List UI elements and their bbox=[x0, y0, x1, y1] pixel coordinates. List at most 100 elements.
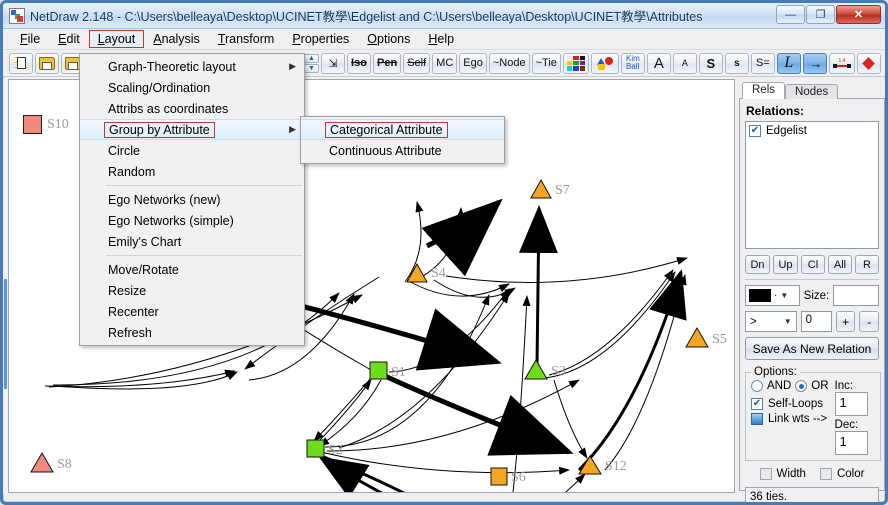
inc-input[interactable]: 1 bbox=[834, 392, 868, 416]
size-equal-button[interactable]: S= bbox=[750, 52, 775, 74]
size-small-button[interactable]: s bbox=[724, 52, 749, 74]
menu-item-random[interactable]: Random bbox=[80, 161, 304, 182]
menu-item-circle[interactable]: Circle bbox=[80, 140, 304, 161]
self-loops-checkbox[interactable]: ✔ bbox=[751, 398, 763, 410]
ego-button[interactable]: Ego bbox=[459, 52, 487, 74]
curve-label: L bbox=[784, 54, 794, 71]
layout-apply-button[interactable]: ⇲ bbox=[321, 52, 345, 74]
operator-dropdown[interactable]: > ▼ bbox=[745, 311, 797, 332]
node-label-S4: S4 bbox=[431, 266, 446, 281]
all-button[interactable]: All bbox=[828, 255, 852, 274]
menu-item-ego-networks-new[interactable]: Ego Networks (new) bbox=[80, 189, 304, 210]
menu-file[interactable]: File bbox=[11, 30, 49, 48]
dec-input[interactable]: 1 bbox=[834, 431, 868, 455]
font-small-button[interactable]: A bbox=[672, 52, 697, 74]
tab-rels[interactable]: Rels bbox=[742, 82, 786, 99]
palette-button[interactable] bbox=[562, 52, 589, 74]
close-button[interactable]: ✕ bbox=[836, 5, 881, 24]
menu-item-ego-networks-simple[interactable]: Ego Networks (simple) bbox=[80, 210, 304, 231]
link-wts-button[interactable]: 1.4 bbox=[828, 52, 855, 74]
menu-analysis[interactable]: Analysis bbox=[144, 30, 209, 48]
layout-dropdown-menu[interactable]: Graph-Theoretic layout ▶ Scaling/Ordinat… bbox=[79, 53, 305, 346]
list-button-row: Dn Up Cl All R bbox=[745, 255, 879, 274]
node-S6[interactable] bbox=[490, 467, 508, 486]
tie-button[interactable]: ~Tie bbox=[531, 52, 561, 74]
node-S3[interactable] bbox=[524, 359, 548, 380]
kim-ball-button[interactable]: Kim Ball bbox=[620, 52, 645, 74]
up-button[interactable]: Up bbox=[773, 255, 798, 274]
iso-button[interactable]: Iso bbox=[347, 52, 371, 74]
menu-item-emilys-chart[interactable]: Emily's Chart bbox=[80, 231, 304, 252]
new-file-button[interactable] bbox=[9, 52, 33, 74]
menu-help[interactable]: Help bbox=[419, 30, 463, 48]
menu-item-attribs-as-coordinates[interactable]: Attribs as coordinates bbox=[80, 98, 304, 119]
mc-button[interactable]: MC bbox=[432, 52, 458, 74]
menu-item-resize[interactable]: Resize bbox=[80, 280, 304, 301]
curve-button[interactable]: L bbox=[776, 52, 801, 74]
relations-listbox[interactable]: ✔ Edgelist bbox=[745, 121, 879, 249]
node-S1[interactable] bbox=[369, 361, 388, 380]
open-file-button[interactable] bbox=[35, 52, 59, 74]
menu-item-graph-theoretic-layout[interactable]: Graph-Theoretic layout ▶ bbox=[80, 56, 304, 77]
edgelist-checkbox[interactable]: ✔ bbox=[749, 125, 761, 137]
menu-item-recenter[interactable]: Recenter bbox=[80, 301, 304, 322]
node-S8[interactable] bbox=[30, 452, 54, 473]
maximize-button[interactable]: ❐ bbox=[806, 5, 835, 24]
submenu-item-categorical-attribute[interactable]: Categorical Attribute bbox=[301, 119, 504, 140]
list-item[interactable]: ✔ Edgelist bbox=[749, 125, 875, 137]
group-by-attribute-submenu[interactable]: Categorical Attribute Continuous Attribu… bbox=[300, 116, 505, 164]
color-checkbox[interactable] bbox=[819, 468, 832, 480]
menu-item-group-by-attribute[interactable]: Group by Attribute ▶ bbox=[80, 119, 304, 140]
save-as-new-relation-button[interactable]: Save As New Relation bbox=[745, 337, 879, 360]
menu-item-move-rotate[interactable]: Move/Rotate bbox=[80, 259, 304, 280]
node-label-S7: S7 bbox=[555, 183, 570, 198]
color-swatch bbox=[749, 289, 771, 302]
size-big-button[interactable]: S bbox=[698, 52, 723, 74]
or-radio[interactable] bbox=[795, 380, 808, 392]
link-wts-checkbox[interactable] bbox=[751, 413, 763, 425]
increase-button[interactable]: + bbox=[835, 311, 856, 332]
pen-button[interactable]: Pen bbox=[373, 52, 402, 74]
menu-transform[interactable]: Transform bbox=[209, 30, 284, 48]
minimize-button[interactable]: — bbox=[776, 5, 805, 24]
and-radio[interactable] bbox=[751, 380, 763, 392]
color-dropdown[interactable]: · ▼ bbox=[745, 285, 800, 306]
window-controls: — ❐ ✕ bbox=[776, 5, 881, 24]
menu-item-refresh[interactable]: Refresh bbox=[80, 322, 304, 343]
node-S2[interactable] bbox=[306, 439, 325, 458]
down-button[interactable]: Dn bbox=[745, 255, 770, 274]
menu-options[interactable]: Options bbox=[358, 30, 419, 48]
arrow-button[interactable]: → bbox=[802, 52, 827, 74]
value-spinner[interactable]: ▲ ▼ bbox=[304, 53, 319, 73]
menu-properties[interactable]: Properties bbox=[283, 30, 358, 48]
menu-item-scaling-ordination[interactable]: Scaling/Ordination bbox=[80, 77, 304, 98]
decrease-button[interactable]: - bbox=[859, 311, 879, 332]
width-checkbox[interactable] bbox=[759, 468, 772, 480]
threshold-input[interactable]: 0 bbox=[800, 311, 832, 332]
options-group: Options: AND OR ✔ Self-Loops Link wts --… bbox=[745, 366, 881, 461]
node-S10-group[interactable]: S10 bbox=[23, 115, 69, 134]
node-S4[interactable] bbox=[406, 262, 428, 283]
node-S7[interactable] bbox=[530, 178, 552, 199]
submenu-item-continuous-attribute[interactable]: Continuous Attribute bbox=[301, 140, 504, 161]
menu-layout[interactable]: Layout bbox=[88, 30, 145, 48]
node-button[interactable]: ~Node bbox=[488, 52, 530, 74]
status-bar: 36 ties. bbox=[745, 487, 879, 502]
scrollbar-thumb[interactable] bbox=[4, 279, 7, 389]
diamond-button[interactable] bbox=[856, 52, 881, 74]
tab-nodes[interactable]: Nodes bbox=[785, 84, 839, 99]
node-S10[interactable] bbox=[23, 115, 42, 134]
self-button[interactable]: Self bbox=[403, 52, 431, 74]
font-small-label: A bbox=[681, 58, 688, 68]
shapes-button[interactable] bbox=[590, 52, 619, 74]
menu-item-label-2: Scaling/Ordination bbox=[108, 80, 211, 95]
font-big-button[interactable]: A bbox=[646, 52, 671, 74]
clear-button[interactable]: Cl bbox=[801, 255, 825, 274]
node-S5[interactable] bbox=[685, 327, 709, 348]
reverse-button[interactable]: R bbox=[855, 255, 879, 274]
node-label-S8: S8 bbox=[57, 457, 72, 472]
size-input[interactable] bbox=[833, 285, 879, 306]
menu-edit[interactable]: Edit bbox=[49, 30, 89, 48]
spinner-up-icon[interactable]: ▲ bbox=[304, 53, 319, 63]
spinner-down-icon[interactable]: ▼ bbox=[304, 63, 319, 73]
